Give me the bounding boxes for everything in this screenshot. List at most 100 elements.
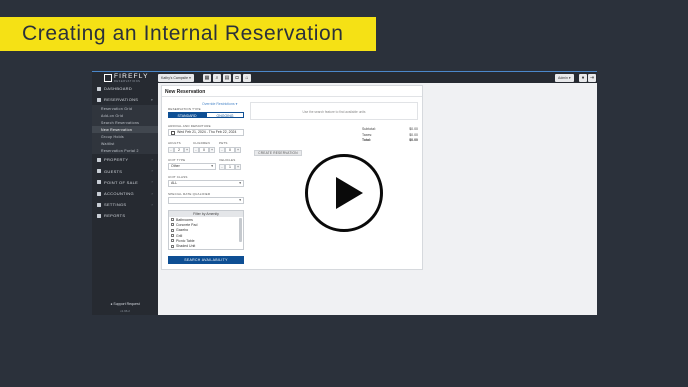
date-range-field[interactable]: Wed Feb 21, 2024 - Thu Feb 22, 2024	[168, 129, 244, 136]
top-bar: FIREFLY RESERVATIONS Kathy's Campsite ▾ …	[92, 71, 597, 83]
user-menu[interactable]: Admin ▾	[555, 74, 574, 82]
nav-accounting[interactable]: ACCOUNTING ›	[92, 188, 158, 199]
vehicles-increment-button[interactable]: +	[235, 164, 241, 170]
search-availability-button[interactable]: SEARCH AVAILABILITY	[168, 256, 244, 264]
sidebar: DASHBOARD RESERVATIONS ▾ Reservation Gri…	[92, 83, 158, 315]
chevron-down-icon: ▾	[150, 97, 153, 102]
pets-input[interactable]: 0	[225, 147, 235, 153]
checkbox[interactable]	[171, 218, 174, 222]
nav-point-of-sale[interactable]: POINT OF SALE ›	[92, 177, 158, 188]
subnav-search-reservations[interactable]: Search Reservations	[92, 119, 158, 127]
total-value: $0.00	[409, 138, 418, 142]
amenity-label: Shaded Unit	[176, 244, 196, 249]
chevron-down-icon: ▾	[239, 198, 241, 202]
nav-property[interactable]: PROPERTY ›	[92, 154, 158, 165]
chevron-down-icon: ▾	[239, 181, 241, 185]
calendar-icon	[171, 131, 175, 135]
reservation-type-label: RESERVATION TYPE	[168, 107, 201, 111]
nav-label: ACCOUNTING	[104, 191, 134, 197]
nav-label: DASHBOARD	[104, 86, 133, 92]
pets-label: PETS	[219, 141, 228, 145]
amenity-label: Bathrooms	[176, 217, 193, 222]
logo-text: FIREFLY	[114, 73, 149, 80]
grid-icon[interactable]: ▦	[203, 74, 211, 82]
nav-label: RESERVATIONS	[104, 97, 139, 103]
banner-title: Creating an Internal Reservation	[22, 22, 344, 45]
nav-settings[interactable]: SETTINGS ›	[92, 199, 158, 210]
logout-icon[interactable]: ⇥	[588, 74, 596, 82]
checkbox[interactable]	[171, 244, 174, 248]
chevron-right-icon: ›	[151, 157, 153, 162]
unit-type-value: Other	[171, 164, 180, 168]
ledger-icon	[97, 191, 101, 196]
bell-icon[interactable]: ♦	[579, 74, 587, 82]
unit-class-label: UNIT CLASS	[168, 175, 188, 179]
arrival-departure-label: ARRIVAL AND DEPARTURE	[168, 124, 211, 128]
cart-icon	[97, 180, 101, 185]
chevron-right-icon: ›	[151, 191, 153, 196]
divider	[162, 96, 422, 97]
unit-type-label: UNIT TYPE	[168, 158, 186, 162]
children-increment-button[interactable]: +	[209, 147, 215, 153]
children-input[interactable]: 0	[199, 147, 209, 153]
amenity-filter-list: Filter by Amenity Bathrooms Concrete Pad…	[168, 210, 244, 250]
nav-guests[interactable]: GUESTS ›	[92, 166, 158, 177]
subnav-group-holds[interactable]: Group Holds	[92, 133, 158, 141]
firefly-logo[interactable]: FIREFLY RESERVATIONS	[104, 73, 149, 83]
logo-mark-icon	[104, 74, 112, 82]
checkbox[interactable]	[171, 234, 174, 238]
search-icon[interactable]: ⌕	[213, 74, 221, 82]
nav-reservations[interactable]: RESERVATIONS ▾	[92, 94, 158, 105]
amenity-label: Gazebo	[176, 228, 189, 233]
pets-increment-button[interactable]: +	[235, 147, 241, 153]
page-title: New Reservation	[165, 89, 206, 95]
unit-class-select[interactable]: ALL ▾	[168, 180, 244, 187]
adults-increment-button[interactable]: +	[184, 147, 190, 153]
subnav-addon-grid[interactable]: Add-on Grid	[92, 112, 158, 120]
totals-summary: Subtotal: $0.00 Taxes: $0.00 Total: $0.00	[362, 127, 418, 144]
chevron-down-icon: ▾	[211, 164, 213, 168]
adults-label: ADULTS	[168, 141, 181, 145]
vehicles-input[interactable]: 1	[225, 164, 235, 170]
amenity-label: Concrete Pad	[176, 222, 198, 227]
subnav-new-reservation[interactable]: New Reservation	[92, 126, 158, 134]
amenity-option[interactable]: Shaded Unit	[169, 243, 243, 248]
unit-class-value: ALL	[171, 181, 178, 185]
users-icon	[97, 169, 101, 174]
nav-reports[interactable]: REPORTS	[92, 210, 158, 221]
gear-icon	[97, 202, 101, 207]
lock-icon[interactable]: ◘	[233, 74, 241, 82]
checkbox[interactable]	[171, 228, 174, 232]
amenity-label: Grill	[176, 233, 183, 238]
new-reservation-panel: New Reservation Override Restrictions ▾ …	[161, 85, 423, 270]
unit-type-select[interactable]: Other ▾	[168, 163, 216, 170]
subnav-waitlist[interactable]: Waitlist	[92, 140, 158, 148]
nav-dashboard[interactable]: DASHBOARD	[92, 83, 158, 94]
nav-label: POINT OF SALE	[104, 179, 139, 185]
play-icon	[336, 177, 363, 209]
version-label: v1.96.2	[120, 309, 130, 313]
print-icon[interactable]: ▤	[223, 74, 231, 82]
adults-input[interactable]: 2	[174, 147, 184, 153]
special-rate-label: SPECIAL RATE QUALIFIER	[168, 192, 211, 196]
subnav-reservation-portal[interactable]: Reservation Portal 2	[92, 147, 158, 155]
amenity-scrollbar[interactable]	[239, 218, 242, 242]
standard-toggle[interactable]: STANDARD	[168, 112, 206, 118]
property-select[interactable]: Kathy's Campsite ▾	[158, 74, 194, 82]
checkbox[interactable]	[171, 239, 174, 243]
building-icon	[97, 157, 101, 162]
available-units-area: Use the search feature to find available…	[250, 102, 418, 120]
amenity-label: Picnic Table	[176, 238, 195, 243]
home-icon[interactable]: ⌂	[243, 74, 251, 82]
subnav-reservation-grid[interactable]: Reservation Grid	[92, 105, 158, 113]
special-rate-select[interactable]: ▾	[168, 197, 244, 204]
ongoing-toggle[interactable]: ONGOING	[206, 112, 244, 118]
support-label: Support Request	[113, 302, 140, 306]
checkbox[interactable]	[171, 223, 174, 227]
chevron-right-icon: ›	[151, 202, 153, 207]
chevron-right-icon: ›	[151, 169, 153, 174]
override-restrictions-link[interactable]: Override Restrictions ▾	[202, 102, 237, 106]
create-reservation-button[interactable]: CREATE RESERVATION	[254, 150, 302, 156]
play-button[interactable]	[305, 154, 383, 232]
support-request-link[interactable]: ● Support Request	[92, 302, 158, 306]
